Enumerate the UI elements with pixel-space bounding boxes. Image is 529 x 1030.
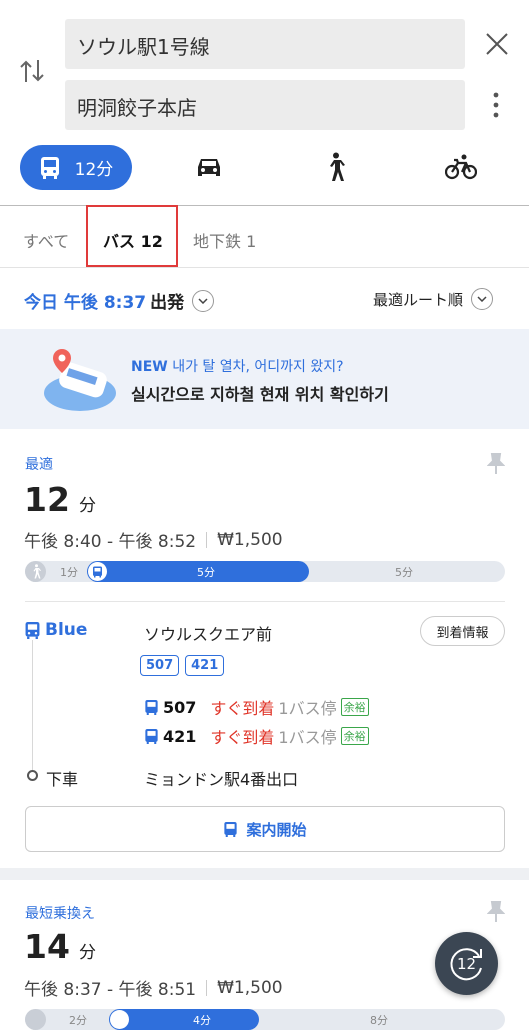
bus-icon bbox=[25, 621, 40, 639]
route-time-range: 午後 8:37 - 午後 8:51 bbox=[24, 980, 197, 1000]
bus-icon bbox=[224, 821, 238, 837]
arrival-status: すぐ到着 bbox=[210, 699, 275, 718]
departure-selector[interactable]: 今日 午後 8:37 出発 bbox=[24, 288, 215, 313]
boarding-line: Blue bbox=[24, 620, 87, 640]
route-unit: 分 bbox=[79, 943, 97, 963]
bus-icon bbox=[145, 728, 158, 744]
bike-icon[interactable] bbox=[442, 150, 480, 184]
arrival-bus-number: 507 bbox=[163, 697, 197, 717]
segment-bus-label: 4分 bbox=[193, 1014, 211, 1027]
arrival-bus-number: 421 bbox=[163, 726, 197, 746]
segment-walk-label: 1分 bbox=[60, 566, 78, 579]
walk-segment-icon bbox=[25, 561, 46, 582]
train-illustration-icon bbox=[42, 345, 122, 415]
route-duration: 14 分 bbox=[24, 927, 96, 966]
pin-icon[interactable] bbox=[483, 899, 509, 925]
start-guidance-button[interactable]: 案内開始 bbox=[25, 806, 505, 852]
route-fare: ₩1,500 bbox=[217, 529, 283, 550]
segment-bar: 2分 4分 8分 bbox=[25, 1009, 505, 1030]
close-icon[interactable] bbox=[481, 28, 513, 60]
sort-selector[interactable]: 最適ルート順 bbox=[373, 288, 494, 310]
route-tag: 最適 bbox=[25, 457, 53, 473]
bus-segment-icon bbox=[88, 562, 107, 581]
bus-icon bbox=[40, 156, 59, 179]
walk-icon[interactable] bbox=[318, 150, 352, 184]
start-guidance-label: 案内開始 bbox=[246, 820, 307, 839]
bus-segment-icon bbox=[110, 1010, 129, 1029]
segment-rest-label: 8分 bbox=[370, 1014, 388, 1027]
mode-bus-button[interactable]: 12分 bbox=[20, 145, 132, 190]
pin-icon[interactable] bbox=[483, 451, 509, 477]
route-tag: 最短乗換え bbox=[25, 906, 95, 922]
route-fare: ₩1,500 bbox=[217, 977, 283, 998]
crowd-badge: 余裕 bbox=[340, 727, 369, 745]
banner-subline: 실시간으로 지하철 현재 위치 확인하기 bbox=[131, 385, 389, 404]
banner-headline: 내가 탈 열차, 어디까지 왔지? bbox=[172, 359, 344, 375]
mode-bus-time: 12分 bbox=[74, 160, 114, 180]
origin-input[interactable]: ソウル駅1号線 bbox=[65, 19, 465, 69]
destination-input[interactable]: 明洞餃子本店 bbox=[65, 80, 465, 130]
route-unit: 分 bbox=[79, 496, 97, 516]
route-number-tag[interactable]: 507 bbox=[140, 655, 180, 676]
arrival-stops: 1バス停 bbox=[278, 728, 337, 747]
bus-segment: 4分 bbox=[109, 1009, 259, 1030]
bus-icon bbox=[145, 699, 158, 715]
segment-bar: 1分 5分 5分 bbox=[25, 561, 505, 582]
segment-rest-label: 5分 bbox=[395, 566, 413, 579]
alight-stop: ミョンドン駅4番出口 bbox=[144, 770, 299, 789]
route-number-tag[interactable]: 421 bbox=[185, 655, 225, 676]
segment-bus-label: 5分 bbox=[197, 566, 215, 579]
route-minutes: 14 bbox=[24, 927, 70, 966]
segment-walk-label: 2分 bbox=[69, 1014, 87, 1027]
arrival-row: 421 すぐ到着 1バス停 余裕 bbox=[144, 724, 369, 748]
banner-new-badge: NEW bbox=[131, 359, 168, 375]
line-name: Blue bbox=[45, 620, 88, 640]
route-minutes: 12 bbox=[24, 480, 70, 519]
route-duration: 12 分 bbox=[24, 480, 96, 519]
arrival-stops: 1バス停 bbox=[278, 699, 337, 718]
departure-suffix: 出発 bbox=[150, 293, 185, 313]
walk-segment-icon bbox=[25, 1009, 46, 1030]
arrival-info-button[interactable]: 到着情報 bbox=[420, 616, 505, 646]
refresh-countdown: 12 bbox=[456, 954, 477, 973]
alight-label: 下車 bbox=[46, 770, 79, 789]
chevron-down-icon bbox=[471, 288, 494, 310]
departure-time: 今日 午後 8:37 bbox=[24, 293, 147, 313]
bus-segment: 5分 bbox=[87, 561, 309, 582]
tab-subway[interactable]: 地下鉄 1 bbox=[193, 228, 256, 252]
car-icon[interactable] bbox=[190, 150, 228, 184]
swap-icon[interactable] bbox=[16, 55, 48, 87]
highlight-box bbox=[86, 205, 178, 267]
crowd-badge: 余裕 bbox=[340, 698, 369, 716]
arrival-row: 507 すぐ到着 1バス停 余裕 bbox=[144, 695, 369, 719]
alight-dot-icon bbox=[27, 770, 38, 781]
refresh-countdown-button[interactable]: 12 bbox=[435, 932, 498, 995]
sort-label: 最適ルート順 bbox=[373, 290, 464, 309]
promo-banner[interactable]: NEW 내가 탈 열차, 어디까지 왔지? 실시간으로 지하철 현재 위치 확인… bbox=[0, 329, 529, 429]
chevron-down-icon bbox=[192, 289, 215, 312]
more-icon[interactable] bbox=[484, 90, 508, 120]
boarding-stop: ソウルスクエア前 bbox=[144, 625, 273, 644]
tab-all[interactable]: すべて bbox=[23, 228, 69, 252]
arrival-status: すぐ到着 bbox=[210, 728, 275, 747]
route-time-range: 午後 8:40 - 午後 8:52 bbox=[24, 532, 197, 552]
